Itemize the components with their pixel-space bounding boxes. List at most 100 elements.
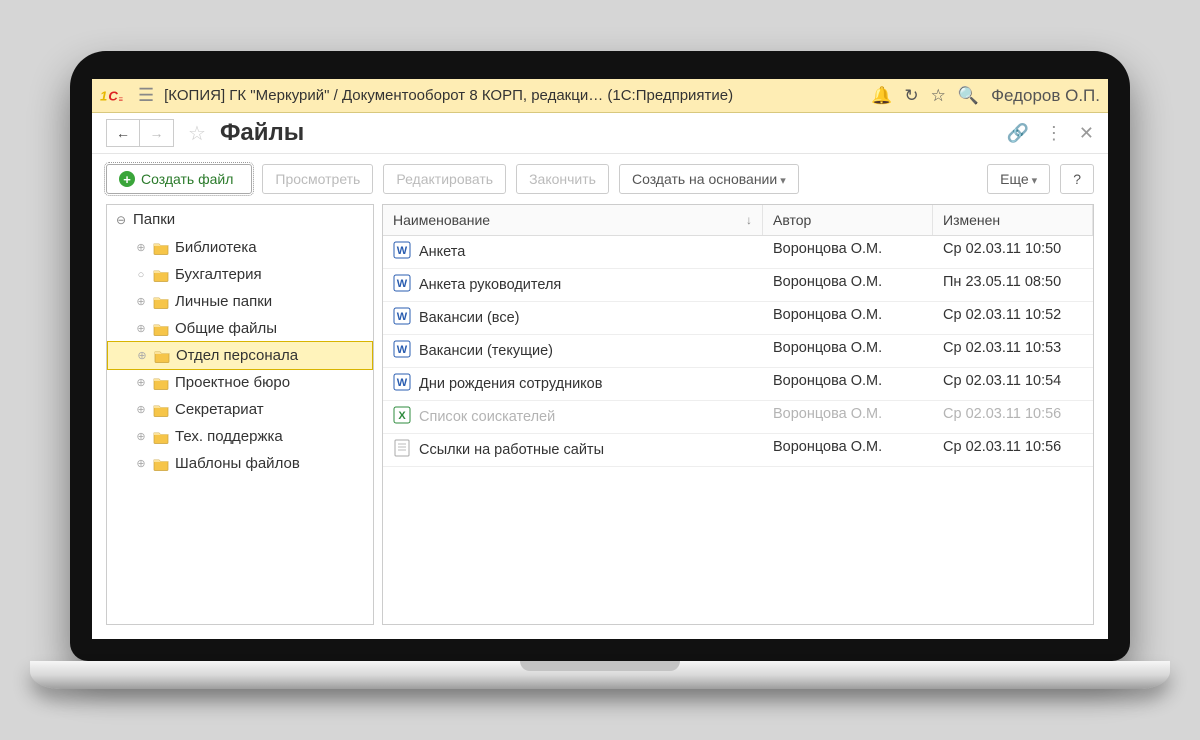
table-row[interactable]: WАнкетаВоронцова О.М.Ср 02.03.11 10:50	[383, 236, 1093, 269]
link-icon[interactable]: 🔗	[1006, 123, 1028, 144]
tree-item-label: Общие файлы	[175, 320, 277, 337]
bell-icon[interactable]: 🔔	[871, 86, 892, 106]
cell-modified: Ср 02.03.11 10:50	[933, 236, 1093, 268]
user-name[interactable]: Федоров О.П.	[991, 86, 1100, 106]
tree-root-label: Папки	[133, 211, 175, 228]
cell-modified: Ср 02.03.11 10:56	[933, 401, 1093, 433]
tree-item-label: Проектное бюро	[175, 374, 290, 391]
column-header-name[interactable]: Наименование ↓	[383, 205, 763, 235]
table-row[interactable]: Ссылки на работные сайтыВоронцова О.М.Ср…	[383, 434, 1093, 467]
expand-icon[interactable]: ○	[135, 269, 147, 281]
svg-text:≡: ≡	[119, 94, 123, 103]
tree-item-label: Библиотека	[175, 239, 257, 256]
tree-item[interactable]: ⊕ Тех. поддержка	[107, 423, 373, 450]
file-type-icon: X	[393, 406, 411, 428]
cell-modified: Ср 02.03.11 10:53	[933, 335, 1093, 367]
menu-icon[interactable]: ☰	[138, 85, 154, 106]
help-button[interactable]: ?	[1060, 164, 1094, 194]
more-button[interactable]: Еще	[987, 164, 1050, 194]
cell-name: X Список соискателей	[383, 401, 763, 433]
expand-icon[interactable]: ⊕	[136, 349, 148, 362]
table-row[interactable]: W Дни рождения сотрудников Воронцова О.М.С…	[383, 368, 1093, 401]
nav-forward-button[interactable]: →	[140, 119, 174, 147]
view-button[interactable]: Просмотреть	[262, 164, 373, 194]
cell-author: Воронцова О.М.	[763, 335, 933, 367]
tree-item[interactable]: ⊕ Отдел персонала	[107, 341, 373, 370]
cell-name: WАнкета	[383, 236, 763, 268]
tree-item[interactable]: ⊕ Библиотека	[107, 234, 373, 261]
app-titlebar: 1С≡ ☰ [КОПИЯ] ГК "Меркурий" / Документоо…	[92, 79, 1108, 113]
column-header-author[interactable]: Автор	[763, 205, 933, 235]
file-name: Вакансии (все)	[419, 310, 519, 326]
edit-button[interactable]: Редактировать	[383, 164, 506, 194]
expand-icon[interactable]: ⊕	[135, 403, 147, 416]
main-split: ⊖ Папки ⊕ Библиотека ○ Бухгалтерия ⊕Личные п…	[92, 204, 1108, 639]
svg-text:W: W	[397, 311, 408, 323]
tree-item-label: Шаблоны файлов	[175, 455, 300, 472]
expand-icon[interactable]: ⊕	[135, 376, 147, 389]
page-title: Файлы	[220, 119, 999, 147]
svg-text:1: 1	[100, 88, 107, 103]
tree-root[interactable]: ⊖ Папки	[107, 205, 373, 234]
cell-name: W Вакансии (все)	[383, 302, 763, 334]
table-row[interactable]: X Список соискателей Воронцова О.М.Ср 02.0…	[383, 401, 1093, 434]
tree-item-label: Тех. поддержка	[175, 428, 283, 445]
tree-item[interactable]: ⊕Личные папки	[107, 288, 373, 315]
svg-text:X: X	[398, 410, 406, 422]
table-row[interactable]: W Вакансии (текущие) Воронцова О.М.Ср 02.0…	[383, 335, 1093, 368]
close-icon[interactable]: ✕	[1079, 123, 1094, 144]
favorite-star-icon[interactable]: ☆	[182, 121, 212, 146]
file-type-icon	[393, 439, 411, 461]
app-title: [КОПИЯ] ГК "Меркурий" / Документооборот …	[164, 87, 861, 104]
file-name: Дни рождения сотрудников	[419, 376, 602, 392]
collapse-icon[interactable]: ⊖	[115, 214, 127, 226]
cell-author: Воронцова О.М.	[763, 269, 933, 301]
tree-item[interactable]: ⊕ Шаблоны файлов	[107, 450, 373, 477]
cell-author: Воронцова О.М.	[763, 368, 933, 400]
table-row[interactable]: W Анкета руководителя Воронцова О.М.Пн 23.…	[383, 269, 1093, 302]
table-row[interactable]: WВакансии (все)Воронцова О.М.Ср 02.03.11…	[383, 302, 1093, 335]
file-list-pane: Наименование ↓ Автор Изменен WАнкетаВоро…	[382, 204, 1094, 625]
svg-text:W: W	[397, 377, 408, 389]
file-table-header: Наименование ↓ Автор Изменен	[383, 205, 1093, 236]
svg-text:W: W	[397, 278, 408, 290]
cell-author: Воронцова О.М.	[763, 302, 933, 334]
svg-text:W: W	[397, 245, 408, 257]
file-type-icon: W	[393, 340, 411, 362]
cell-modified: Ср 02.03.11 10:56	[933, 434, 1093, 466]
expand-icon[interactable]: ⊕	[135, 430, 147, 443]
history-icon[interactable]: ↻	[904, 86, 918, 106]
cell-modified: Пн 23.05.11 08:50	[933, 269, 1093, 301]
cell-modified: Ср 02.03.11 10:54	[933, 368, 1093, 400]
tree-item[interactable]: ⊕Секретариат	[107, 396, 373, 423]
tree-item-label: Бухгалтерия	[175, 266, 262, 283]
file-type-icon: W	[393, 373, 411, 395]
tree-item[interactable]: ⊕ Общие файлы	[107, 315, 373, 342]
create-based-on-button[interactable]: Создать на основании	[619, 164, 799, 194]
window-header: ← → ☆ Файлы 🔗 ⋮ ✕	[92, 113, 1108, 154]
kebab-icon[interactable]: ⋮	[1045, 123, 1063, 144]
tree-item-label: Отдел персонала	[176, 347, 298, 364]
cell-name: W Вакансии (текущие)	[383, 335, 763, 367]
tree-item[interactable]: ⊕ Проектное бюро	[107, 369, 373, 396]
expand-icon[interactable]: ⊕	[135, 241, 147, 254]
tree-item[interactable]: ○ Бухгалтерия	[107, 261, 373, 288]
file-name: Анкета руководителя	[419, 277, 561, 293]
create-file-label: Создать файл	[141, 171, 233, 187]
expand-icon[interactable]: ⊕	[135, 295, 147, 308]
star-icon[interactable]: ☆	[931, 86, 946, 106]
finish-button[interactable]: Закончить	[516, 164, 609, 194]
file-name: Список соискателей	[419, 409, 555, 425]
cell-name: W Анкета руководителя	[383, 269, 763, 301]
cell-name: Ссылки на работные сайты	[383, 434, 763, 466]
cell-author: Воронцова О.М.	[763, 401, 933, 433]
file-name: Вакансии (текущие)	[419, 343, 553, 359]
search-icon[interactable]: 🔍	[958, 86, 979, 106]
column-header-modified[interactable]: Изменен	[933, 205, 1093, 235]
create-file-button[interactable]: + Создать файл	[106, 164, 252, 194]
expand-icon[interactable]: ⊕	[135, 322, 147, 335]
file-name: Ссылки на работные сайты	[419, 442, 604, 458]
expand-icon[interactable]: ⊕	[135, 457, 147, 470]
cell-name: W Дни рождения сотрудников	[383, 368, 763, 400]
nav-back-button[interactable]: ←	[106, 119, 140, 147]
